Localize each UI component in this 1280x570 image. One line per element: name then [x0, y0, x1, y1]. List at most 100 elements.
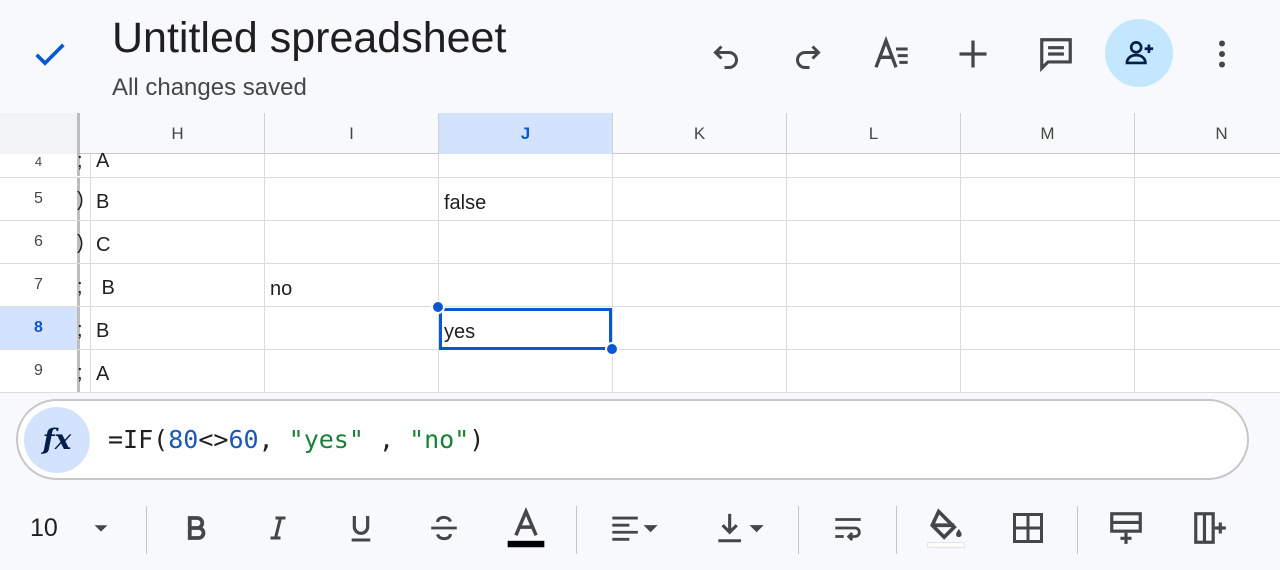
borders-button[interactable]: [1004, 504, 1052, 552]
row-divider: [0, 263, 1280, 264]
cell-i7[interactable]: no: [270, 278, 292, 301]
row-header-7[interactable]: 7: [0, 263, 80, 306]
column-divider: [786, 154, 787, 393]
column-divider: [438, 154, 439, 393]
column-divider: [264, 154, 265, 393]
underline-button[interactable]: [337, 504, 385, 552]
wrap-text-button[interactable]: [824, 504, 872, 552]
column-divider: [612, 154, 613, 393]
selection-handle-top[interactable]: [431, 300, 445, 314]
row-divider: [0, 177, 1280, 178]
formula-part: =IF(: [108, 425, 169, 454]
fill-color-button[interactable]: [922, 504, 970, 552]
font-size-select[interactable]: 10: [30, 504, 126, 552]
document-title[interactable]: Untitled spreadsheet: [112, 14, 506, 63]
formula-part: ,: [258, 425, 289, 454]
formula-bar[interactable]: fx =IF(80<>60, "yes" , "no"): [16, 399, 1249, 480]
toolbar-divider: [146, 506, 147, 554]
insert-column-icon: [1194, 512, 1226, 544]
text-format-button[interactable]: [861, 24, 921, 84]
insert-row-button[interactable]: [1102, 504, 1150, 552]
strikethrough-button[interactable]: [420, 504, 468, 552]
cell-g6-fragment[interactable]: ): [77, 232, 85, 255]
redo-button[interactable]: [778, 24, 838, 84]
more-options-button[interactable]: [1192, 24, 1252, 84]
add-icon: [959, 40, 987, 68]
column-divider: [1134, 154, 1135, 393]
align-left-icon: [612, 516, 658, 541]
text-color-button[interactable]: [502, 504, 550, 552]
formula-input[interactable]: =IF(80<>60, "yes" , "no"): [108, 425, 484, 454]
share-person-add-icon: [1125, 41, 1154, 65]
done-button[interactable]: [26, 32, 74, 76]
row-header-6[interactable]: 6: [0, 220, 80, 263]
wrap-text-icon: [835, 518, 861, 542]
select-all-corner[interactable]: [0, 113, 80, 154]
selection-handle-bottom[interactable]: [605, 342, 619, 356]
fill-color-icon: [927, 508, 965, 548]
row-header-5[interactable]: 5: [0, 177, 80, 220]
comment-icon: [1040, 38, 1072, 73]
row-header-8[interactable]: 8: [0, 306, 80, 349]
cell-g8-fragment[interactable]: ;: [77, 319, 85, 342]
horizontal-align-button[interactable]: [604, 504, 666, 552]
formula-number: 60: [228, 425, 259, 454]
undo-button[interactable]: [696, 24, 756, 84]
vertical-align-button[interactable]: [710, 504, 772, 552]
toolbar-divider: [1077, 506, 1078, 554]
formula-part: <>: [198, 425, 229, 454]
spreadsheet-grid[interactable]: H I J K L M N 4 5 6 7 8 9 ; ) ) ; ; ; A …: [0, 113, 1280, 393]
column-divider: [960, 154, 961, 393]
vertical-align-icon: [718, 513, 764, 543]
save-status: All changes saved: [112, 74, 307, 101]
row-header-9[interactable]: 9: [0, 349, 80, 393]
column-header-j[interactable]: J: [439, 113, 613, 154]
text-color-icon: [507, 507, 545, 548]
formula-string: "no": [409, 425, 470, 454]
cell-h9[interactable]: A: [96, 363, 109, 386]
share-button[interactable]: [1105, 19, 1173, 87]
row-divider: [0, 392, 1280, 393]
column-header-m[interactable]: M: [961, 113, 1135, 154]
redo-icon: [796, 45, 821, 69]
strikethrough-icon: [431, 515, 457, 541]
cell-g5-fragment[interactable]: ): [77, 189, 85, 212]
column-header-n[interactable]: N: [1135, 113, 1280, 154]
fx-icon: fx: [24, 406, 90, 473]
insert-column-button[interactable]: [1186, 504, 1234, 552]
cell-g4-fragment[interactable]: ;: [77, 150, 85, 173]
cell-h8[interactable]: B: [96, 320, 109, 343]
formula-number: 80: [168, 425, 199, 454]
column-header-h[interactable]: H: [91, 113, 265, 154]
row-header-4[interactable]: 4: [0, 154, 80, 176]
cell-h7[interactable]: B: [96, 277, 115, 300]
column-header-i[interactable]: I: [265, 113, 439, 154]
check-icon: [35, 43, 65, 66]
cell-h6[interactable]: C: [96, 234, 110, 257]
selected-cell-j8[interactable]: [439, 308, 612, 350]
more-vert-icon: [1219, 40, 1225, 68]
cell-g9-fragment[interactable]: ;: [77, 362, 85, 385]
cell-h4[interactable]: A: [96, 150, 109, 173]
text-format-icon: [874, 35, 908, 68]
column-divider: [90, 154, 91, 393]
toolbar-divider: [798, 506, 799, 554]
cell-j5[interactable]: false: [444, 192, 486, 215]
insert-button[interactable]: [943, 24, 1003, 84]
column-header-l[interactable]: L: [787, 113, 961, 154]
italic-icon: [270, 516, 286, 540]
column-header-k[interactable]: K: [613, 113, 787, 154]
font-size-dropdown-icon: [94, 525, 108, 532]
cell-h5[interactable]: B: [96, 191, 109, 214]
borders-icon: [1013, 513, 1043, 543]
row-divider: [0, 220, 1280, 221]
bold-button[interactable]: [172, 504, 220, 552]
bold-icon: [187, 516, 206, 540]
cell-g7-fragment[interactable]: ;: [77, 276, 85, 299]
row-divider: [0, 306, 1280, 307]
insert-row-icon: [1110, 512, 1142, 544]
comment-button[interactable]: [1026, 24, 1086, 84]
toolbar-divider: [896, 506, 897, 554]
italic-button[interactable]: [254, 504, 302, 552]
toolbar-divider: [576, 506, 577, 554]
